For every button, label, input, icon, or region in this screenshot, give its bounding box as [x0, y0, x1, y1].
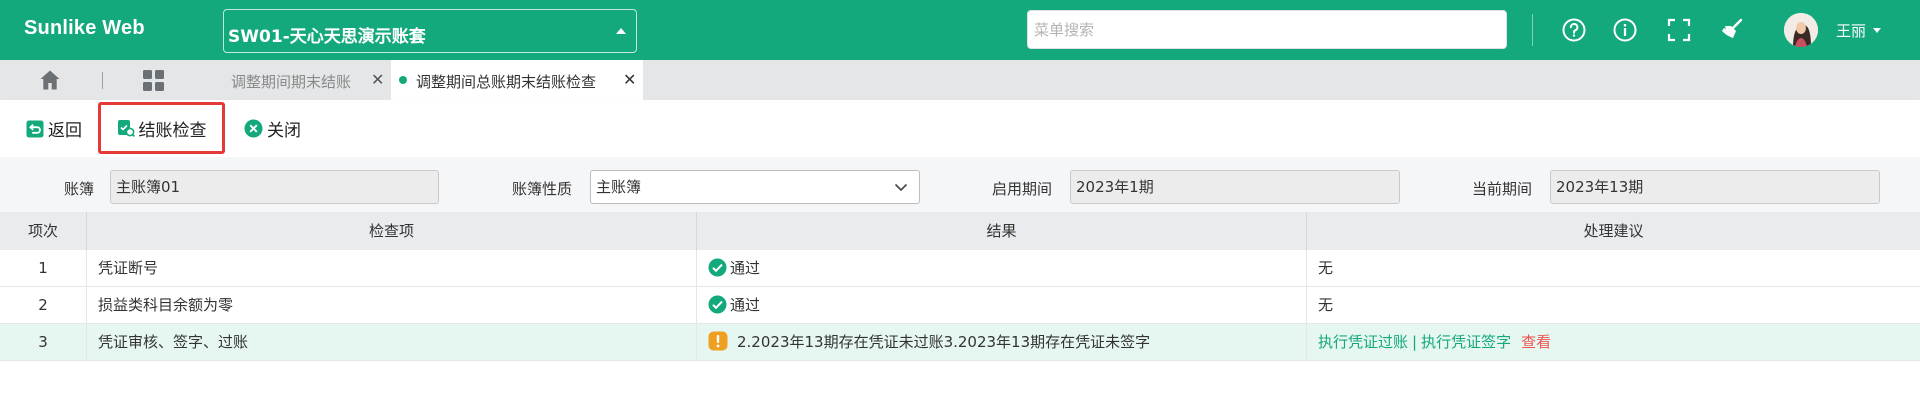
help-circle-icon[interactable]: [1561, 17, 1587, 43]
column-header-suggestion: 处理建议: [1583, 222, 1644, 240]
column-header-result: 结果: [697, 212, 1307, 250]
close-button-label: 关闭: [267, 121, 301, 141]
cell-suggestion: 执行凭证过账 | 执行凭证签字 查看: [1307, 324, 1920, 361]
active-tab-dot: [399, 76, 407, 84]
cell-suggestion: 无: [1318, 259, 1334, 277]
home-icon[interactable]: [38, 68, 62, 92]
result-text: 2.2023年13期存在凭证未过账3.2023年13期存在凭证未签字: [737, 333, 1151, 351]
back-button[interactable]: 返回: [26, 100, 82, 157]
closing-check-label: 结账检查: [138, 120, 207, 141]
cell-index: 1: [0, 250, 87, 287]
table-row[interactable]: 2 损益类科目余额为零 通过 无: [0, 287, 1920, 324]
current-period-label: 当前期间: [1472, 180, 1533, 198]
account-set-select[interactable]: SW01-天心天思演示账套: [223, 9, 637, 53]
start-period-label: 启用期间: [992, 180, 1053, 198]
close-icon[interactable]: ✕: [623, 70, 636, 89]
chevron-down-icon: [894, 183, 908, 192]
cell-result: 通过: [697, 287, 1307, 324]
result-text: 通过: [730, 259, 761, 277]
caret-up-icon: [616, 28, 626, 34]
app-grid-icon[interactable]: [142, 69, 165, 92]
fullscreen-icon[interactable]: [1666, 17, 1692, 43]
tab-period-end-closing[interactable]: 调整期间期末结账 ✕: [214, 60, 390, 100]
ledger-type-value: 主账簿: [596, 178, 642, 196]
table-row[interactable]: 3 凭证审核、签字、过账 2.2023年13期存在凭证未过账3.2023年13期…: [0, 324, 1920, 361]
ledger-field: 主账簿01: [110, 170, 439, 204]
column-header-index: 项次: [0, 212, 87, 250]
tab-label: 调整期间总账期末结账检查: [416, 73, 597, 91]
check-document-icon: [117, 120, 135, 137]
post-voucher-link[interactable]: 执行凭证过账: [1318, 333, 1408, 351]
close-circle-icon: [244, 119, 263, 138]
tab-divider: [102, 72, 103, 89]
ledger-label: 账簿: [64, 180, 95, 198]
cell-index: 2: [0, 287, 87, 324]
ledger-type-label: 账簿性质: [512, 180, 573, 198]
result-text: 通过: [730, 296, 761, 314]
user-avatar-icon: [1784, 13, 1818, 47]
app-logo: Sunlike Web: [24, 17, 145, 39]
cell-check-item: 凭证审核、签字、过账: [87, 324, 697, 361]
user-name[interactable]: 王丽: [1836, 20, 1866, 41]
caret-down-icon[interactable]: [1873, 28, 1881, 33]
warning-icon: [708, 331, 728, 351]
close-button[interactable]: 关闭: [244, 100, 301, 157]
column-header-check-item: 检查项: [87, 212, 697, 250]
clear-cache-broom-icon[interactable]: [1719, 17, 1745, 43]
cell-index: 3: [0, 324, 87, 361]
cell-check-item: 凭证断号: [87, 250, 697, 287]
current-period-field: 2023年13期: [1550, 170, 1880, 204]
closing-check-button[interactable]: 结账检查: [98, 102, 225, 154]
ledger-type-select[interactable]: 主账簿: [590, 170, 920, 204]
sign-voucher-link[interactable]: 执行凭证签字: [1421, 333, 1511, 351]
cell-check-item: 损益类科目余额为零: [87, 287, 697, 324]
cell-suggestion: 无: [1318, 296, 1334, 314]
tab-bar: 调整期间期末结账 ✕ 调整期间总账期末结账检查 ✕: [0, 60, 1920, 100]
toolbar: 返回 结账检查 关闭: [0, 100, 1920, 157]
top-header: Sunlike Web SW01-天心天思演示账套 王丽: [0, 0, 1920, 60]
filter-bar: 账簿 主账簿01 账簿性质 主账簿 启用期间 2023年1期 当前期间 2023…: [0, 157, 1920, 212]
return-icon: [26, 120, 44, 137]
cell-result: 通过: [697, 250, 1307, 287]
close-icon[interactable]: ✕: [371, 70, 384, 89]
account-set-value: SW01-天心天思演示账套: [228, 27, 426, 47]
check-circle-icon: [708, 295, 727, 314]
back-button-label: 返回: [48, 121, 82, 141]
avatar[interactable]: [1784, 13, 1818, 47]
check-results-table: 项次 检查项 结果 处理建议 1 凭证断号 通过 无 2 损益类科目余额为零 通…: [0, 212, 1920, 401]
tab-closing-check[interactable]: 调整期间总账期末结账检查 ✕: [391, 60, 643, 100]
info-circle-icon[interactable]: [1612, 17, 1638, 43]
table-header: 项次 检查项 结果 处理建议: [0, 212, 1920, 250]
menu-search-input[interactable]: [1027, 10, 1507, 49]
action-separator: |: [1412, 333, 1418, 351]
table-row[interactable]: 1 凭证断号 通过 无: [0, 250, 1920, 287]
start-period-field: 2023年1期: [1070, 170, 1400, 204]
view-link[interactable]: 查看: [1521, 333, 1551, 351]
tab-label: 调整期间期末结账: [231, 73, 352, 91]
cell-result: 2.2023年13期存在凭证未过账3.2023年13期存在凭证未签字: [697, 324, 1307, 361]
header-divider: [1532, 14, 1533, 46]
check-circle-icon: [708, 258, 727, 277]
